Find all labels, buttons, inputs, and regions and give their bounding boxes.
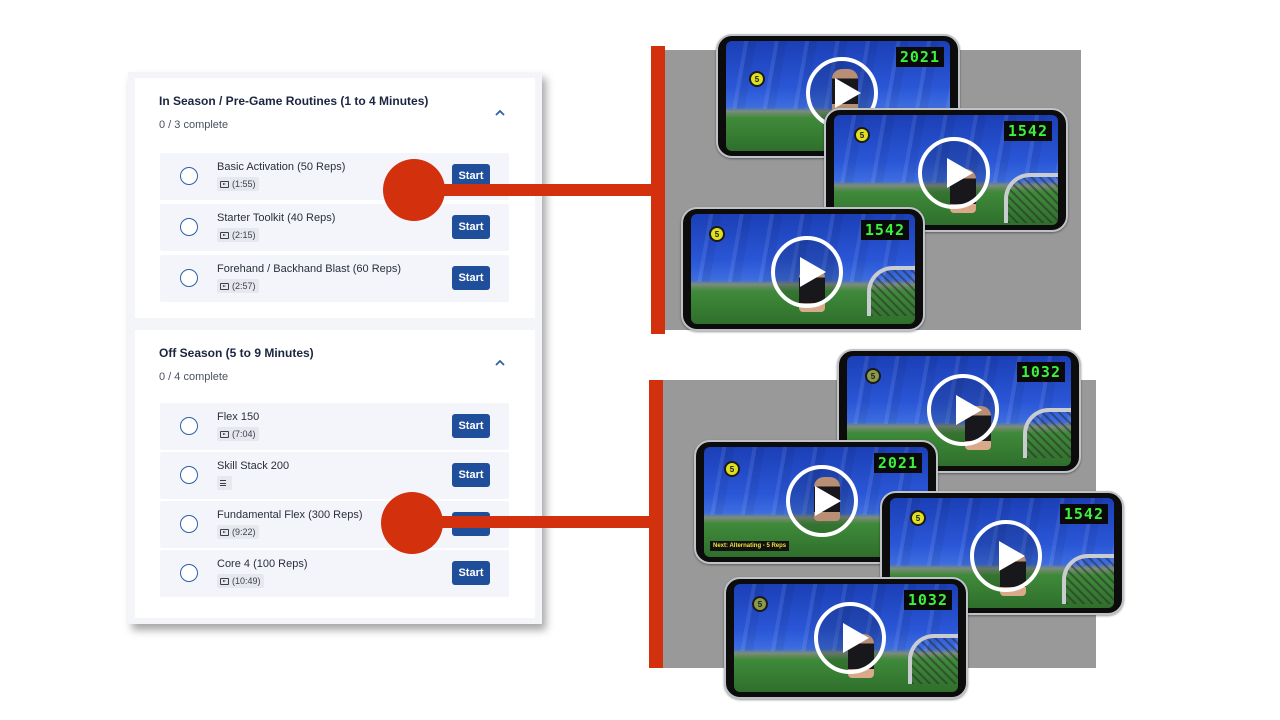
goal-net (908, 634, 958, 684)
section-in-season: In Season / Pre-Game Routines (1 to 4 Mi… (135, 78, 535, 318)
video-icon (220, 180, 229, 188)
text-icon (220, 480, 226, 486)
target-icon: 5 (718, 455, 746, 483)
completion-radio[interactable] (180, 417, 198, 435)
lesson-item[interactable]: Skill Stack 200 Start (160, 452, 509, 499)
target-icon: 5 (746, 590, 774, 618)
video-thumbnail[interactable]: 5 1032 (724, 577, 968, 699)
chevron-up-icon[interactable] (493, 356, 507, 370)
completion-radio[interactable] (180, 515, 198, 533)
start-button[interactable]: Start (452, 463, 490, 487)
timer-display: 1032 (903, 590, 952, 610)
timer-display: 2021 (873, 453, 922, 473)
timer-display: 1542 (1003, 121, 1052, 141)
connector-dot (383, 159, 445, 221)
section-off-season: Off Season (5 to 9 Minutes) 0 / 4 comple… (135, 330, 535, 618)
goal-net (1062, 554, 1114, 604)
next-exercise-label: Next: Alternating - 5 Reps (710, 541, 790, 551)
lesson-title: Core 4 (100 Reps) (217, 558, 308, 570)
lesson-title: Basic Activation (50 Reps) (217, 161, 346, 173)
goal-net (1023, 408, 1071, 458)
completion-radio[interactable] (180, 167, 198, 185)
lesson-item[interactable]: Starter Toolkit (40 Reps) (2:15) Start (160, 204, 509, 251)
play-icon[interactable] (918, 137, 990, 209)
lesson-item[interactable]: Flex 150 (7:04) Start (160, 403, 509, 450)
video-icon (220, 231, 229, 239)
video-icon (220, 430, 229, 438)
video-icon (220, 528, 229, 536)
lesson-title: Starter Toolkit (40 Reps) (217, 212, 336, 224)
section-progress: 0 / 3 complete (159, 119, 229, 131)
timer-display: 2021 (895, 47, 944, 67)
lesson-duration: (2:15) (217, 228, 259, 242)
lesson-item[interactable]: Core 4 (100 Reps) (10:49) Start (160, 550, 509, 597)
lesson-duration: (7:04) (217, 427, 259, 441)
play-icon[interactable] (970, 520, 1042, 592)
lesson-type (217, 476, 232, 490)
completion-radio[interactable] (180, 269, 198, 287)
target-icon: 5 (743, 65, 771, 93)
section-title: Off Season (5 to 9 Minutes) (159, 346, 314, 360)
play-icon[interactable] (786, 465, 858, 537)
lesson-duration: (1:55) (217, 177, 259, 191)
timer-display: 1542 (1059, 504, 1108, 524)
video-icon (220, 282, 229, 290)
lesson-duration: (10:49) (217, 574, 264, 588)
lesson-duration: (9:22) (217, 525, 259, 539)
course-panel: In Season / Pre-Game Routines (1 to 4 Mi… (128, 72, 542, 624)
connector-line (440, 516, 655, 528)
connector-dot (381, 492, 443, 554)
target-icon: 5 (904, 504, 932, 532)
start-button[interactable]: Start (452, 561, 490, 585)
section-title: In Season / Pre-Game Routines (1 to 4 Mi… (159, 94, 429, 108)
lesson-item[interactable]: Forehand / Backhand Blast (60 Reps) (2:5… (160, 255, 509, 302)
target-icon: 5 (848, 121, 876, 149)
lesson-title: Fundamental Flex (300 Reps) (217, 509, 363, 521)
connector-line (440, 184, 655, 196)
play-icon[interactable] (771, 236, 843, 308)
target-icon: 5 (859, 362, 887, 390)
video-thumbnail[interactable]: 5 1542 (681, 207, 925, 331)
start-button[interactable]: Start (452, 215, 490, 239)
video-icon (220, 577, 229, 585)
goal-net (1004, 173, 1058, 223)
lesson-title: Forehand / Backhand Blast (60 Reps) (217, 263, 402, 275)
chevron-up-icon[interactable] (493, 106, 507, 120)
timer-display: 1542 (860, 220, 909, 240)
completion-radio[interactable] (180, 466, 198, 484)
goal-net (867, 266, 915, 316)
play-icon[interactable] (927, 374, 999, 446)
target-icon: 5 (703, 220, 731, 248)
completion-radio[interactable] (180, 218, 198, 236)
section-progress: 0 / 4 complete (159, 371, 229, 383)
timer-display: 1032 (1016, 362, 1065, 382)
lesson-title: Skill Stack 200 (217, 460, 290, 472)
lesson-duration: (2:57) (217, 279, 259, 293)
start-button[interactable]: Start (452, 266, 490, 290)
play-icon[interactable] (814, 602, 886, 674)
completion-radio[interactable] (180, 564, 198, 582)
lesson-title: Flex 150 (217, 411, 260, 423)
start-button[interactable]: Start (452, 414, 490, 438)
